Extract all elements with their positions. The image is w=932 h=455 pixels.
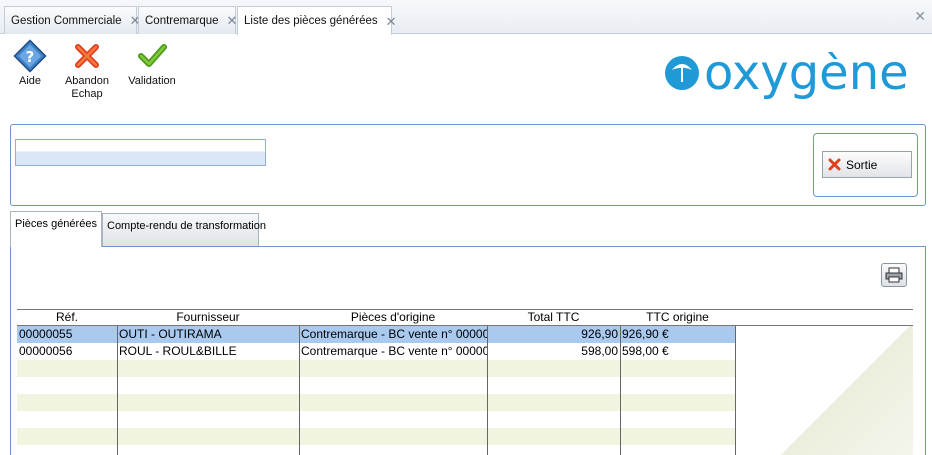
tab-label: Liste des pièces générées xyxy=(244,15,378,27)
validation-button[interactable]: Validation xyxy=(126,39,178,88)
abandon-shortcut-label: Echap xyxy=(71,88,103,100)
toolbar: ? Aide Abandon Echap Validation oxygène xyxy=(0,35,932,115)
empty-row xyxy=(17,411,735,428)
grid-header: Réf. Fournisseur Pièces d'origine Total … xyxy=(17,309,913,326)
empty-row xyxy=(17,445,735,455)
sortie-label: Sortie xyxy=(846,157,878,172)
empty-row xyxy=(17,360,735,377)
empty-row xyxy=(17,394,735,411)
printer-icon xyxy=(885,267,903,283)
cell-pieces-origine: Contremarque - BC vente n° 00000 xyxy=(301,327,487,341)
column-divider xyxy=(620,326,621,455)
cell-ref: 00000055 xyxy=(19,327,73,341)
help-icon: ? xyxy=(13,39,47,73)
table-row[interactable]: 00000056 ROUL - ROUL&BILLE Contremarque … xyxy=(17,343,735,360)
column-divider xyxy=(299,326,300,455)
logo-text: oxygène xyxy=(704,52,909,101)
grid-empty-area xyxy=(735,326,913,455)
close-all-icon[interactable]: ✕ xyxy=(914,8,926,25)
aide-label: Aide xyxy=(18,75,42,87)
cancel-x-icon xyxy=(828,158,841,171)
column-divider xyxy=(487,326,488,455)
document-tab-bar: Gestion Commerciale ✕ Contremarque ✕ Lis… xyxy=(0,0,932,35)
tab-label: Contremarque xyxy=(145,14,219,27)
abandon-label: Abandon xyxy=(64,75,110,87)
empty-row xyxy=(17,377,735,394)
column-header-pieces-origine[interactable]: Pièces d'origine xyxy=(299,310,487,325)
svg-text:?: ? xyxy=(26,48,35,66)
tab-label: Gestion Commerciale xyxy=(11,14,122,27)
tab-compte-rendu[interactable]: Compte-rendu de transformation xyxy=(102,213,266,247)
abandon-button[interactable]: Abandon Echap xyxy=(62,39,112,101)
cell-total-ttc: 926,90 xyxy=(581,327,618,341)
validation-label: Validation xyxy=(128,75,176,87)
tab-contremarque[interactable]: Contremarque ✕ xyxy=(138,6,238,34)
cancel-x-icon xyxy=(75,44,99,68)
header-input[interactable] xyxy=(15,139,266,166)
sortie-button[interactable]: Sortie xyxy=(822,151,912,178)
tab-gestion-commerciale[interactable]: Gestion Commerciale ✕ xyxy=(4,6,140,34)
sortie-frame: Sortie xyxy=(813,133,918,197)
print-button[interactable] xyxy=(881,263,907,287)
column-divider xyxy=(117,326,118,455)
oxygene-logo: oxygène xyxy=(665,52,909,101)
close-icon[interactable]: ✕ xyxy=(227,14,238,27)
cell-fournisseur: ROUL - ROUL&BILLE xyxy=(119,344,237,358)
column-header-total-ttc[interactable]: Total TTC xyxy=(487,310,620,325)
main-panel: Réf. Fournisseur Pièces d'origine Total … xyxy=(10,246,926,455)
cell-ttc-origine: 926,90 € xyxy=(622,327,669,341)
tab-liste-pieces-generees[interactable]: Liste des pièces générées ✕ xyxy=(237,6,397,35)
cell-ttc-origine: 598,00 € xyxy=(622,344,669,358)
column-header-fournisseur[interactable]: Fournisseur xyxy=(117,310,299,325)
table-row[interactable]: 00000055 OUTI - OUTIRAMA Contremarque - … xyxy=(17,326,735,343)
column-header-ref[interactable]: Réf. xyxy=(17,310,117,325)
tab-label: Pièces générées xyxy=(15,218,97,230)
tab-label: Compte-rendu de transformation xyxy=(107,220,266,232)
checkmark-icon xyxy=(138,44,167,67)
cell-total-ttc: 598,00 xyxy=(581,344,618,358)
tab-pieces-generees[interactable]: Pièces générées xyxy=(10,211,102,247)
header-panel: Sortie xyxy=(10,124,926,206)
cell-pieces-origine: Contremarque - BC vente n° 00000 xyxy=(301,344,487,358)
cell-fournisseur: OUTI - OUTIRAMA xyxy=(119,327,222,341)
pieces-grid: Réf. Fournisseur Pièces d'origine Total … xyxy=(17,309,913,455)
empty-row xyxy=(17,428,735,445)
close-icon[interactable]: ✕ xyxy=(386,15,397,28)
aide-button[interactable]: ? Aide xyxy=(12,39,48,88)
column-divider xyxy=(735,326,736,455)
column-header-ttc-origine[interactable]: TTC origine xyxy=(620,310,735,325)
cell-ref: 00000056 xyxy=(19,344,73,358)
